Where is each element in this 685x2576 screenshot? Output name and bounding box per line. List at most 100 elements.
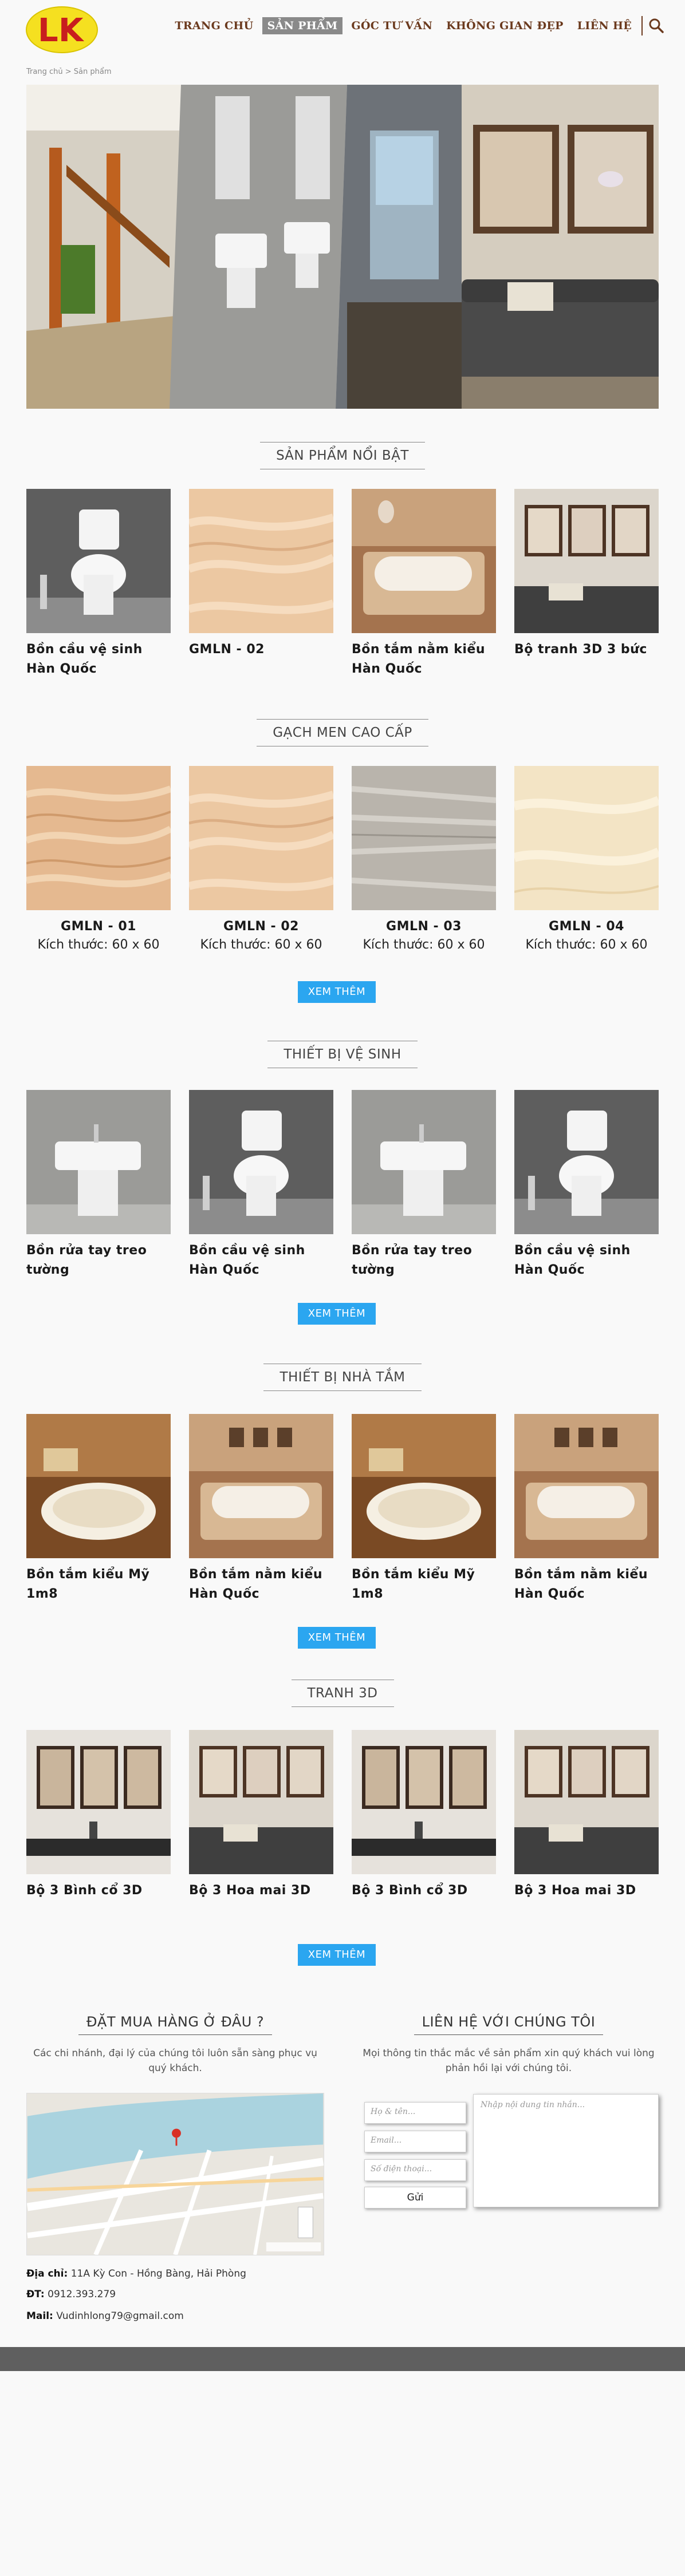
featured-section-title: SẢN PHẨM NỔI BẬT xyxy=(0,442,685,469)
product-name[interactable]: Bồn tắm kiểu Mỹ 1m8 xyxy=(26,1565,171,1604)
product-name[interactable]: GMLN - 03 xyxy=(352,917,496,937)
product-image-toilet[interactable] xyxy=(514,1090,659,1234)
breadcrumb: Trang chủ > Sản phẩm xyxy=(26,68,112,76)
product-image-sink[interactable] xyxy=(352,1090,496,1234)
nav-beautiful-space[interactable]: KHÔNG GIAN ĐẸP xyxy=(441,17,569,34)
product-image-bathtub[interactable] xyxy=(26,1414,171,1558)
product-card[interactable]: Bộ 3 Hoa mai 3D xyxy=(514,1730,659,1901)
product-card[interactable]: Bồn tắm nằm kiểu Hàn Quốc xyxy=(514,1414,659,1604)
nav-home[interactable]: TRANG CHỦ xyxy=(170,17,258,34)
product-card[interactable]: Bồn rửa tay treo tường xyxy=(26,1090,171,1280)
sanitary-row: Bồn rửa tay treo tường Bồn cầu vệ sinh H… xyxy=(26,1090,659,1280)
product-name[interactable]: Bộ tranh 3D 3 bức xyxy=(514,640,659,659)
store-map[interactable] xyxy=(26,2093,324,2255)
product-name[interactable]: Bồn tắm nằm kiểu Hàn Quốc xyxy=(352,640,496,679)
submit-button[interactable]: Gửi xyxy=(364,2187,466,2208)
product-card[interactable]: Bồn cầu vệ sinh Hàn Quốc xyxy=(514,1090,659,1280)
product-image-flower-painting[interactable] xyxy=(189,1730,333,1874)
product-card[interactable]: GMLN - 03 Kích thước: 60 x 60 xyxy=(352,766,496,952)
product-image-bathtub[interactable] xyxy=(514,1414,659,1558)
product-card[interactable]: Bộ 3 Bình cổ 3D xyxy=(352,1730,496,1901)
product-name[interactable]: Bồn cầu vệ sinh Hàn Quốc xyxy=(514,1241,659,1280)
product-image-3d-painting[interactable] xyxy=(514,489,659,633)
product-card[interactable]: Bồn tắm nằm kiểu Hàn Quốc xyxy=(352,489,496,679)
phone-field[interactable]: Số điện thoại... xyxy=(364,2159,466,2181)
product-name[interactable]: Bồn cầu vệ sinh Hàn Quốc xyxy=(189,1241,333,1280)
product-card[interactable]: Bồn cầu vệ sinh Hàn Quốc xyxy=(189,1090,333,1280)
bath-section-title: THIẾT BỊ NHÀ TẮM xyxy=(0,1364,685,1391)
product-card[interactable]: Bộ 3 Hoa mai 3D xyxy=(189,1730,333,1901)
product-card[interactable]: GMLN - 01 Kích thước: 60 x 60 xyxy=(26,766,171,952)
product-name[interactable]: GMLN - 02 xyxy=(189,640,333,659)
tiles-section-title: GẠCH MEN CAO CẤP xyxy=(0,719,685,746)
breadcrumb-separator: > xyxy=(65,68,72,76)
product-name[interactable]: GMLN - 01 xyxy=(26,917,171,937)
art-more-button[interactable]: XEM THÊM xyxy=(298,1944,376,1966)
product-card[interactable]: Bồn cầu vệ sinh Hàn Quốc xyxy=(26,489,171,679)
product-image-sink[interactable] xyxy=(26,1090,171,1234)
tiles-row: GMLN - 01 Kích thước: 60 x 60 GMLN - 02 … xyxy=(26,766,659,952)
product-name[interactable]: GMLN - 04 xyxy=(514,917,659,937)
phone-line: ĐT: 0912.393.279 xyxy=(26,2289,116,2300)
product-name[interactable]: Bộ 3 Bình cổ 3D xyxy=(26,1881,171,1901)
bath-more-button[interactable]: XEM THÊM xyxy=(298,1627,376,1649)
product-image-tile[interactable] xyxy=(514,766,659,910)
nav-contact[interactable]: LIÊN HỆ xyxy=(572,17,637,34)
product-name[interactable]: Bộ 3 Hoa mai 3D xyxy=(514,1881,659,1901)
svg-text:L: L xyxy=(38,12,58,49)
product-name[interactable]: Bồn tắm kiểu Mỹ 1m8 xyxy=(352,1565,496,1604)
product-name[interactable]: Bồn tắm nằm kiểu Hàn Quốc xyxy=(514,1565,659,1604)
breadcrumb-home[interactable]: Trang chủ xyxy=(26,68,63,76)
email-field[interactable]: Email... xyxy=(364,2131,466,2152)
message-field[interactable]: Nhập nội dung tin nhắn... xyxy=(473,2094,659,2207)
product-card[interactable]: GMLN - 04 Kích thước: 60 x 60 xyxy=(514,766,659,952)
product-image-vase-painting[interactable] xyxy=(26,1730,171,1874)
footer-bar xyxy=(0,2347,685,2371)
product-image-tile[interactable] xyxy=(189,766,333,910)
product-name[interactable]: Bồn tắm nằm kiểu Hàn Quốc xyxy=(189,1565,333,1604)
mail-line: Mail: Vudinhlong79@gmail.com xyxy=(26,2310,184,2322)
product-image-bathtub[interactable] xyxy=(352,489,496,633)
tiles-more-button[interactable]: XEM THÊM xyxy=(298,981,376,1003)
product-name[interactable]: Bộ 3 Bình cổ 3D xyxy=(352,1881,496,1901)
site-logo[interactable]: L K xyxy=(25,6,99,54)
product-card[interactable]: Bồn tắm nằm kiểu Hàn Quốc xyxy=(189,1414,333,1604)
art-section-title: TRANH 3D xyxy=(0,1680,685,1707)
product-size: Kích thước: 60 x 60 xyxy=(37,938,160,952)
nav-advice[interactable]: GÓC TƯ VẤN xyxy=(346,17,438,34)
product-card[interactable]: Bộ tranh 3D 3 bức xyxy=(514,489,659,679)
product-image-tile[interactable] xyxy=(26,766,171,910)
product-name[interactable]: Bồn rửa tay treo tường xyxy=(352,1241,496,1280)
name-field[interactable]: Họ & tên... xyxy=(364,2102,466,2124)
product-name[interactable]: Bồn rửa tay treo tường xyxy=(26,1241,171,1280)
product-card[interactable]: Bồn tắm kiểu Mỹ 1m8 xyxy=(352,1414,496,1604)
breadcrumb-current: Sản phẩm xyxy=(73,68,112,76)
product-image-tile[interactable] xyxy=(352,766,496,910)
sanitary-more-button[interactable]: XEM THÊM xyxy=(298,1303,376,1325)
search-icon[interactable] xyxy=(648,18,664,34)
svg-text:K: K xyxy=(58,12,85,49)
product-card[interactable]: Bồn rửa tay treo tường xyxy=(352,1090,496,1280)
product-size: Kích thước: 60 x 60 xyxy=(200,938,322,952)
product-image-flower-painting[interactable] xyxy=(514,1730,659,1874)
product-card[interactable]: Bộ 3 Bình cổ 3D xyxy=(26,1730,171,1901)
product-card[interactable]: Bồn tắm kiểu Mỹ 1m8 xyxy=(26,1414,171,1604)
product-name[interactable]: Bồn cầu vệ sinh Hàn Quốc xyxy=(26,640,171,679)
mail-link[interactable]: Vudinhlong79@gmail.com xyxy=(56,2310,184,2322)
where-to-buy-title: ĐẶT MUA HÀNG Ở ĐÂU ? xyxy=(26,2009,324,2035)
site-header: L K TRANG CHỦ SẢN PHẨM GÓC TƯ VẤN KHÔNG … xyxy=(0,0,685,53)
product-image-bathtub[interactable] xyxy=(189,1414,333,1558)
bath-row: Bồn tắm kiểu Mỹ 1m8 Bồn tắm nằm kiểu Hàn… xyxy=(26,1414,659,1604)
product-card[interactable]: GMLN - 02 Kích thước: 60 x 60 xyxy=(189,766,333,952)
product-image-bathtub[interactable] xyxy=(352,1414,496,1558)
product-image-toilet[interactable] xyxy=(26,489,171,633)
product-name[interactable]: GMLN - 02 xyxy=(189,917,333,937)
contact-title: LIÊN HỆ VỚI CHÚNG TÔI xyxy=(359,2009,659,2035)
product-card[interactable]: GMLN - 02 xyxy=(189,489,333,679)
sanitary-section-title: THIẾT BỊ VỆ SINH xyxy=(0,1041,685,1068)
product-name[interactable]: Bộ 3 Hoa mai 3D xyxy=(189,1881,333,1901)
product-image-vase-painting[interactable] xyxy=(352,1730,496,1874)
product-image-toilet[interactable] xyxy=(189,1090,333,1234)
nav-products[interactable]: SẢN PHẨM xyxy=(262,17,343,34)
product-image-tile[interactable] xyxy=(189,489,333,633)
